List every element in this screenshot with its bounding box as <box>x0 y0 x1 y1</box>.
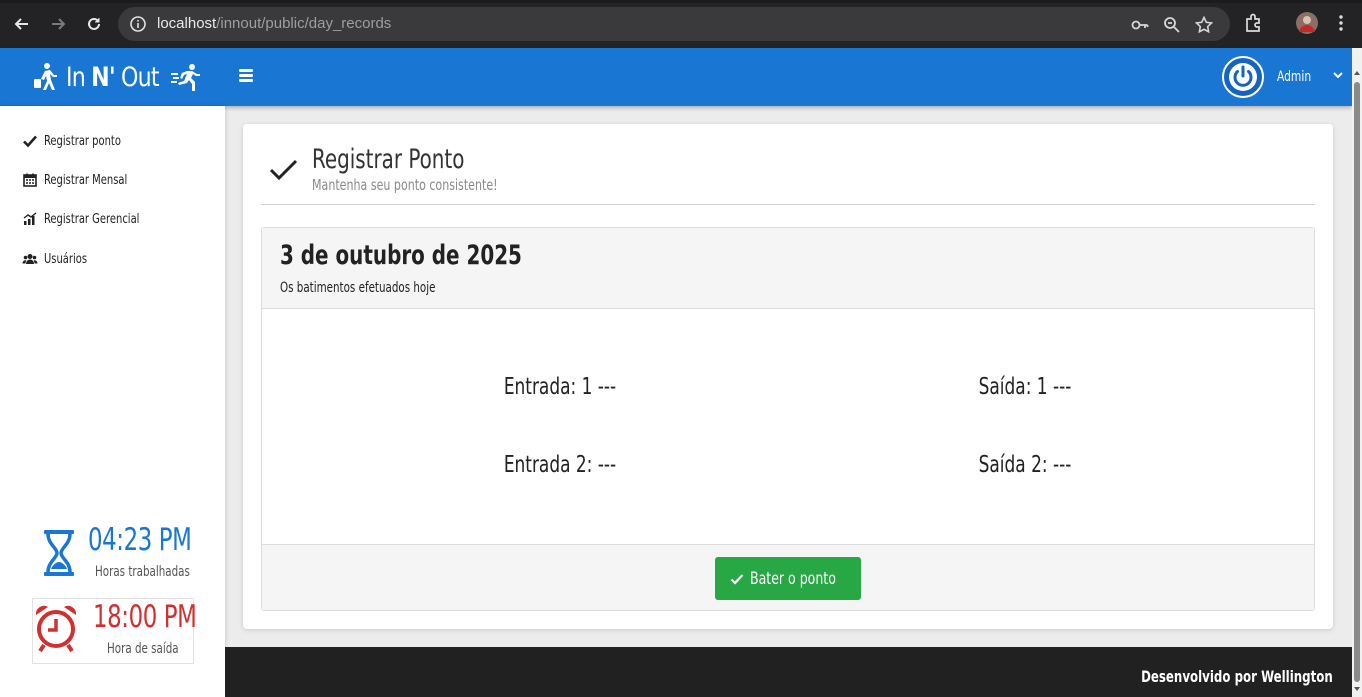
exit-time-panel: 18:00 PM Hora de saída <box>32 598 197 664</box>
logo-text-n: N' <box>91 61 115 93</box>
sidebar: Registrar ponto Registrar Mensal Registr… <box>0 106 225 697</box>
records-description: Os batimentos efetuados hoje <box>280 280 436 296</box>
url-text: localhost/innout/public/day_records <box>157 15 391 32</box>
site-info-icon[interactable] <box>128 14 148 34</box>
url-host: localhost <box>157 15 217 32</box>
check-icon <box>730 573 744 585</box>
profile-avatar-icon[interactable] <box>1296 12 1318 34</box>
users-icon <box>22 254 38 264</box>
logo-text-out: Out <box>121 61 160 93</box>
sidebar-item-label: Registrar Gerencial <box>44 211 140 227</box>
app-header: In N' Out Admin <box>0 48 1352 106</box>
logo-text: In N' Out <box>66 61 160 93</box>
browser-toolbar: localhost/innout/public/day_records <box>0 0 1362 48</box>
sidebar-item-registrar-gerencial[interactable]: Registrar Gerencial <box>22 208 160 230</box>
address-bar[interactable]: localhost/innout/public/day_records <box>118 7 1230 41</box>
divider <box>261 204 1315 205</box>
sidebar-item-registrar-mensal[interactable]: Registrar Mensal <box>22 169 146 191</box>
bookmark-star-icon[interactable] <box>1194 15 1214 35</box>
browser-menu-icon[interactable] <box>1330 12 1352 34</box>
alarm-clock-icon <box>35 605 77 653</box>
url-path: /innout/public/day_records <box>216 15 392 32</box>
worked-hours-time: 04:23 PM <box>88 522 192 558</box>
records-header: 3 de outubro de 2025 Os batimentos efetu… <box>262 228 1314 309</box>
app-footer: Desenvolvido por Wellington <box>225 647 1352 697</box>
menu-toggle-icon[interactable] <box>239 69 253 83</box>
day-records-card: 3 de outubro de 2025 Os batimentos efetu… <box>261 227 1315 611</box>
sidebar-item-registrar-ponto[interactable]: Registrar ponto <box>22 130 138 152</box>
scroll-thumb[interactable] <box>1354 82 1360 682</box>
records-date: 3 de outubro de 2025 <box>280 240 522 271</box>
main-content-card: Registrar Ponto Mantenha seu ponto consi… <box>243 124 1333 629</box>
punch-clock-button[interactable]: Bater o ponto <box>715 557 861 600</box>
reload-icon[interactable] <box>82 12 106 36</box>
record-saida-2: Saída 2: --- <box>978 452 1072 478</box>
tab-strip <box>0 0 1362 3</box>
extensions-icon[interactable] <box>1243 12 1265 34</box>
scroll-down-icon[interactable] <box>1352 684 1362 694</box>
user-menu[interactable]: Admin <box>1222 56 1343 98</box>
exit-time: 18:00 PM <box>93 599 197 635</box>
walking-person-icon <box>34 63 57 90</box>
zoom-icon[interactable] <box>1162 15 1182 35</box>
chevron-down-icon <box>1333 72 1343 79</box>
sidebar-item-usuarios[interactable]: Usuários <box>22 248 96 270</box>
check-icon <box>269 159 298 181</box>
page-subtitle: Mantenha seu ponto consistente! <box>312 176 498 194</box>
chart-icon <box>23 212 37 225</box>
punch-clock-button-label: Bater o ponto <box>750 568 836 589</box>
page-title: Registrar Ponto <box>312 144 465 175</box>
power-avatar-icon <box>1222 56 1264 98</box>
back-icon[interactable] <box>10 12 34 36</box>
record-entrada-1: Entrada: 1 --- <box>503 374 617 400</box>
logo[interactable]: In N' Out <box>32 58 200 96</box>
forward-icon[interactable] <box>46 12 70 36</box>
records-footer: Bater o ponto <box>262 544 1314 610</box>
record-saida-1: Saída: 1 --- <box>978 374 1072 400</box>
exit-time-label: Hora de saída <box>107 641 179 657</box>
sidebar-item-label: Usuários <box>44 251 88 267</box>
check-icon <box>23 135 37 148</box>
sidebar-item-label: Registrar Mensal <box>44 172 128 188</box>
running-person-icon <box>171 64 200 91</box>
calendar-icon <box>23 173 37 187</box>
logo-text-in: In <box>66 61 86 93</box>
user-name: Admin <box>1277 69 1312 85</box>
scroll-up-icon[interactable] <box>1352 68 1362 78</box>
sidebar-item-label: Registrar ponto <box>44 133 121 149</box>
page-scrollbar[interactable] <box>1352 48 1362 697</box>
record-entrada-2: Entrada 2: --- <box>503 452 617 478</box>
key-icon[interactable] <box>1130 15 1150 35</box>
footer-credits: Desenvolvido por Wellington <box>1141 667 1333 686</box>
worked-hours-panel: 04:23 PM Horas trabalhadas <box>32 522 194 588</box>
hourglass-icon <box>44 530 74 576</box>
worked-hours-label: Horas trabalhadas <box>95 564 190 580</box>
